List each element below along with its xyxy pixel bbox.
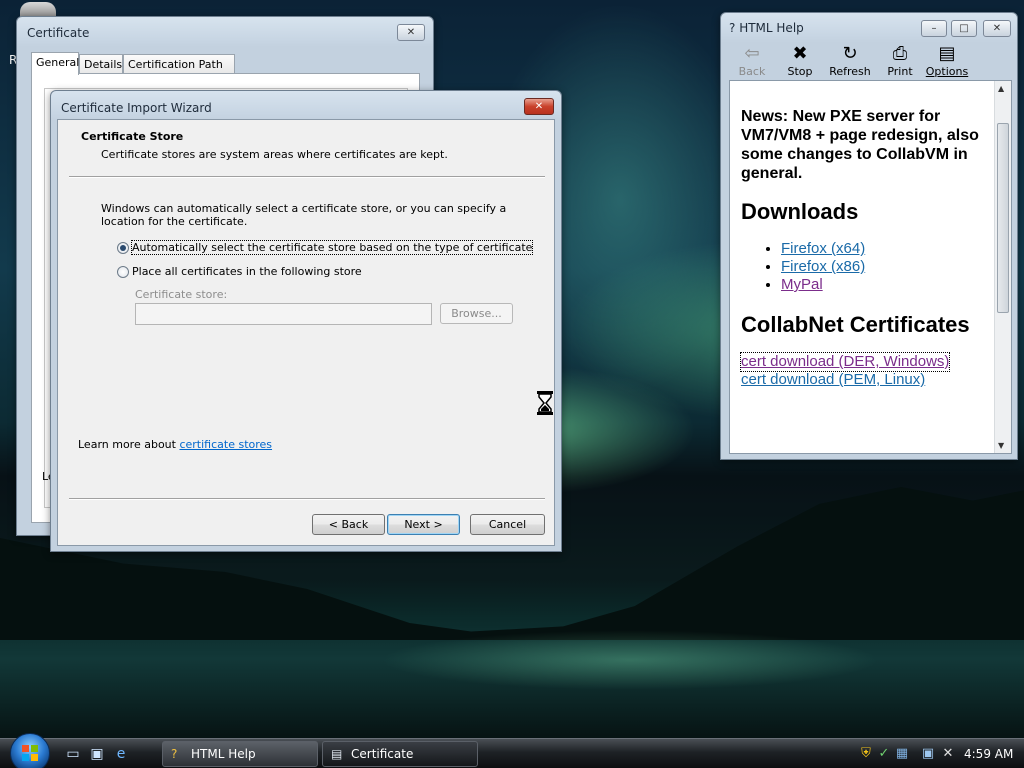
certificate-stores-link[interactable]: certificate stores <box>179 438 272 451</box>
stop-icon: ✖ <box>792 43 808 64</box>
help-title: HTML Help <box>739 21 804 35</box>
downloads-list: Firefox (x64) Firefox (x86) MyPal <box>781 240 996 294</box>
import-wizard-window: Certificate Import Wizard ✕ Certificate … <box>50 90 562 552</box>
learn-more-prefix: Learn more about <box>78 438 180 451</box>
certificate-close-button[interactable]: ✕ <box>397 24 425 41</box>
list-item: Firefox (x86) <box>781 258 996 276</box>
help-close-button[interactable]: ✕ <box>983 20 1011 37</box>
taskbar-certificate[interactable]: ▤ Certificate <box>322 741 478 767</box>
list-item: MyPal <box>781 276 996 294</box>
help-print-label: Print <box>887 65 913 78</box>
cert-links: cert download (DER, Windows) cert downlo… <box>739 352 996 389</box>
help-back-button[interactable]: ⇦ Back <box>735 43 769 78</box>
options-icon: ▤ <box>938 43 956 64</box>
help-scrollbar[interactable]: ▲ ▼ <box>994 81 1011 453</box>
radio-auto-select[interactable] <box>117 242 129 254</box>
scroll-down-icon[interactable]: ▼ <box>998 441 1004 450</box>
html-help-window: ? HTML Help – □ ✕ ⇦ Back ✖ Stop ↻ Refres… <box>720 12 1018 460</box>
show-desktop-icon[interactable]: ▭ <box>64 746 82 762</box>
help-refresh-label: Refresh <box>829 65 871 78</box>
help-print-button[interactable]: ⎙ Print <box>883 43 917 78</box>
help-refresh-button[interactable]: ↻ Refresh <box>829 43 871 78</box>
start-button[interactable] <box>10 733 50 768</box>
clock[interactable]: 4:59 AM <box>964 747 1013 761</box>
windows-update-icon[interactable]: ▦ <box>894 746 910 762</box>
wizard-close-button[interactable]: ✕ <box>524 98 554 115</box>
wizard-titlebar[interactable]: Certificate Import Wizard ✕ <box>51 91 561 121</box>
cert-der-link[interactable]: cert download (DER, Windows) <box>739 352 951 372</box>
next-button[interactable]: Next > <box>387 514 460 535</box>
help-title-group: ? HTML Help <box>729 21 804 35</box>
back-button[interactable]: < Back <box>312 514 385 535</box>
certificate-app-icon: ▤ <box>331 747 343 761</box>
minimize-icon[interactable]: – <box>921 20 947 37</box>
tab-general[interactable]: General <box>31 52 79 75</box>
help-titlebar[interactable]: ? HTML Help – □ ✕ <box>721 13 1017 43</box>
certificate-store-label: Certificate store: <box>135 288 228 301</box>
help-options-button[interactable]: ▤ Options <box>925 43 969 78</box>
wizard-client-area: Certificate Store Certificate stores are… <box>57 119 555 546</box>
tab-details[interactable]: Details <box>79 54 123 74</box>
tab-certification-path[interactable]: Certification Path <box>123 54 235 74</box>
cert-pem-link[interactable]: cert download (PEM, Linux) <box>741 371 996 389</box>
option-manual-store-label[interactable]: Place all certificates in the following … <box>132 265 362 278</box>
back-arrow-icon: ⇦ <box>744 43 760 64</box>
network-icon[interactable]: ▣ <box>920 746 936 762</box>
firefox-x64-link[interactable]: Firefox (x64) <box>781 240 865 257</box>
wallpaper-reflection <box>380 630 880 690</box>
radio-manual-store[interactable] <box>117 266 129 278</box>
downloads-heading: Downloads <box>741 199 859 224</box>
help-stop-label: Stop <box>787 65 813 78</box>
refresh-icon: ↻ <box>842 43 858 64</box>
wizard-description: Windows can automatically select a certi… <box>101 202 507 228</box>
certificate-title: Certificate <box>27 26 90 40</box>
mypal-link[interactable]: MyPal <box>781 276 823 293</box>
certificate-store-field <box>135 303 432 325</box>
scroll-thumb[interactable] <box>997 123 1009 313</box>
list-item: Firefox (x64) <box>781 240 996 258</box>
help-options-label: Options <box>925 65 969 78</box>
help-stop-button[interactable]: ✖ Stop <box>783 43 817 78</box>
browse-button: Browse... <box>440 303 513 324</box>
footer-divider <box>69 498 545 500</box>
hourglass-cursor-icon <box>537 391 553 415</box>
certificates-heading: CollabNet Certificates <box>741 312 970 337</box>
help-content-pane: News: New PXE server for VM7/VM8 + page … <box>729 80 1012 454</box>
help-app-icon: ? <box>171 747 178 761</box>
learn-more-line: Learn more about certificate stores <box>78 438 272 451</box>
taskbar: ▭ ▣ e ? HTML Help ▤ Certificate ⛨ ✓ ▦ ▣ … <box>0 733 1024 768</box>
news-paragraph: News: New PXE server for VM7/VM8 + page … <box>741 108 979 182</box>
wizard-header-title: Certificate Store <box>81 130 184 143</box>
option-auto-select-label[interactable]: Automatically select the certificate sto… <box>130 240 534 255</box>
wizard-header-subtitle: Certificate stores are system areas wher… <box>101 148 448 161</box>
internet-explorer-icon[interactable]: e <box>112 746 130 762</box>
help-page: News: New PXE server for VM7/VM8 + page … <box>739 107 996 389</box>
wizard-header: Certificate Store Certificate stores are… <box>58 120 554 176</box>
firefox-x86-link[interactable]: Firefox (x86) <box>781 258 865 275</box>
maximize-icon[interactable]: □ <box>951 20 977 37</box>
cancel-button[interactable]: Cancel <box>470 514 545 535</box>
help-app-icon: ? <box>729 21 736 35</box>
wizard-title: Certificate Import Wizard <box>61 101 212 115</box>
windows-logo-icon <box>22 745 38 761</box>
taskbar-html-help-label: HTML Help <box>191 747 256 761</box>
taskbar-html-help[interactable]: ? HTML Help <box>162 741 318 767</box>
scroll-up-icon[interactable]: ▲ <box>998 84 1004 93</box>
network-check-icon[interactable]: ✓ <box>876 746 892 762</box>
print-icon: ⎙ <box>892 43 908 64</box>
certificate-titlebar[interactable]: Certificate ✕ <box>17 17 433 47</box>
taskbar-certificate-label: Certificate <box>351 747 414 761</box>
header-divider <box>69 176 545 178</box>
security-shield-icon[interactable]: ⛨ <box>858 746 874 762</box>
switch-windows-icon[interactable]: ▣ <box>88 746 106 762</box>
help-back-label: Back <box>738 65 766 78</box>
volume-muted-icon[interactable]: ✕ <box>940 746 956 762</box>
